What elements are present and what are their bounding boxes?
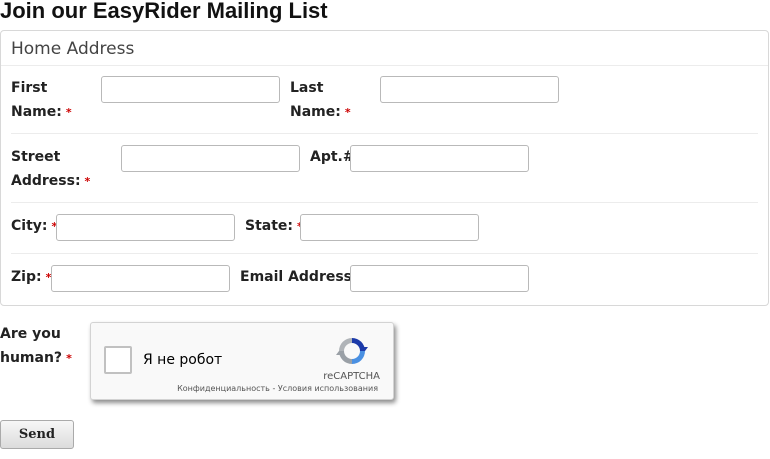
recaptcha-widget: Я не робот reCAPTCHA Конфиденциальность … — [90, 322, 394, 400]
page-title: Join our EasyRider Mailing List — [0, 0, 328, 23]
section-legend: Home Address — [11, 39, 135, 59]
street-address-input[interactable] — [121, 145, 300, 172]
row-divider — [11, 133, 758, 134]
row-divider — [11, 202, 758, 203]
last-name-label-line2: Name: — [290, 104, 341, 120]
street-address-label: Street Address: * — [11, 145, 90, 194]
city-input[interactable] — [56, 214, 235, 241]
required-marker: * — [84, 175, 91, 188]
required-marker: * — [344, 106, 351, 119]
recaptcha-links-separator: - — [269, 384, 278, 393]
last-name-label: Last Name: * — [290, 76, 351, 125]
state-label: State:* — [245, 214, 303, 239]
email-input[interactable] — [350, 265, 529, 292]
city-label: City: * — [11, 214, 57, 239]
zip-label: Zip: * — [11, 265, 51, 290]
legend-divider — [1, 65, 768, 66]
human-label: Are you human? * — [0, 322, 72, 371]
human-label-line1: Are you — [0, 326, 61, 342]
recaptcha-logo-icon — [336, 338, 368, 364]
first-name-label-line1: First — [11, 80, 48, 96]
zip-input[interactable] — [51, 265, 230, 292]
street-label-line2: Address: — [11, 173, 81, 189]
recaptcha-privacy-link[interactable]: Конфиденциальность — [177, 384, 270, 393]
required-marker: * — [66, 352, 72, 365]
first-name-label: First Name: * — [11, 76, 72, 125]
home-address-fieldset: Home Address First Name: * Last Name: * St… — [0, 30, 769, 306]
first-name-input[interactable] — [101, 76, 280, 103]
last-name-label-line1: Last — [290, 80, 324, 96]
zip-label-text: Zip: — [11, 269, 42, 285]
recaptcha-terms-link[interactable]: Условия использования — [278, 384, 378, 393]
street-label-line1: Street — [11, 149, 61, 165]
recaptcha-label: Я не робот — [143, 352, 223, 368]
apt-input[interactable] — [350, 145, 529, 172]
row-divider — [11, 253, 758, 254]
city-label-text: City: — [11, 218, 48, 234]
required-marker: * — [65, 106, 72, 119]
first-name-label-line2: Name: — [11, 104, 62, 120]
state-label-text: State: — [245, 218, 294, 234]
recaptcha-brand: reCAPTCHA — [323, 371, 380, 382]
last-name-input[interactable] — [380, 76, 559, 103]
recaptcha-checkbox[interactable] — [104, 346, 132, 374]
send-button[interactable]: Send — [0, 420, 74, 449]
state-input[interactable] — [300, 214, 479, 241]
human-label-line2: human? — [0, 350, 63, 366]
email-label: Email Address — [240, 269, 353, 285]
recaptcha-links: Конфиденциальность - Условия использован… — [177, 384, 378, 393]
